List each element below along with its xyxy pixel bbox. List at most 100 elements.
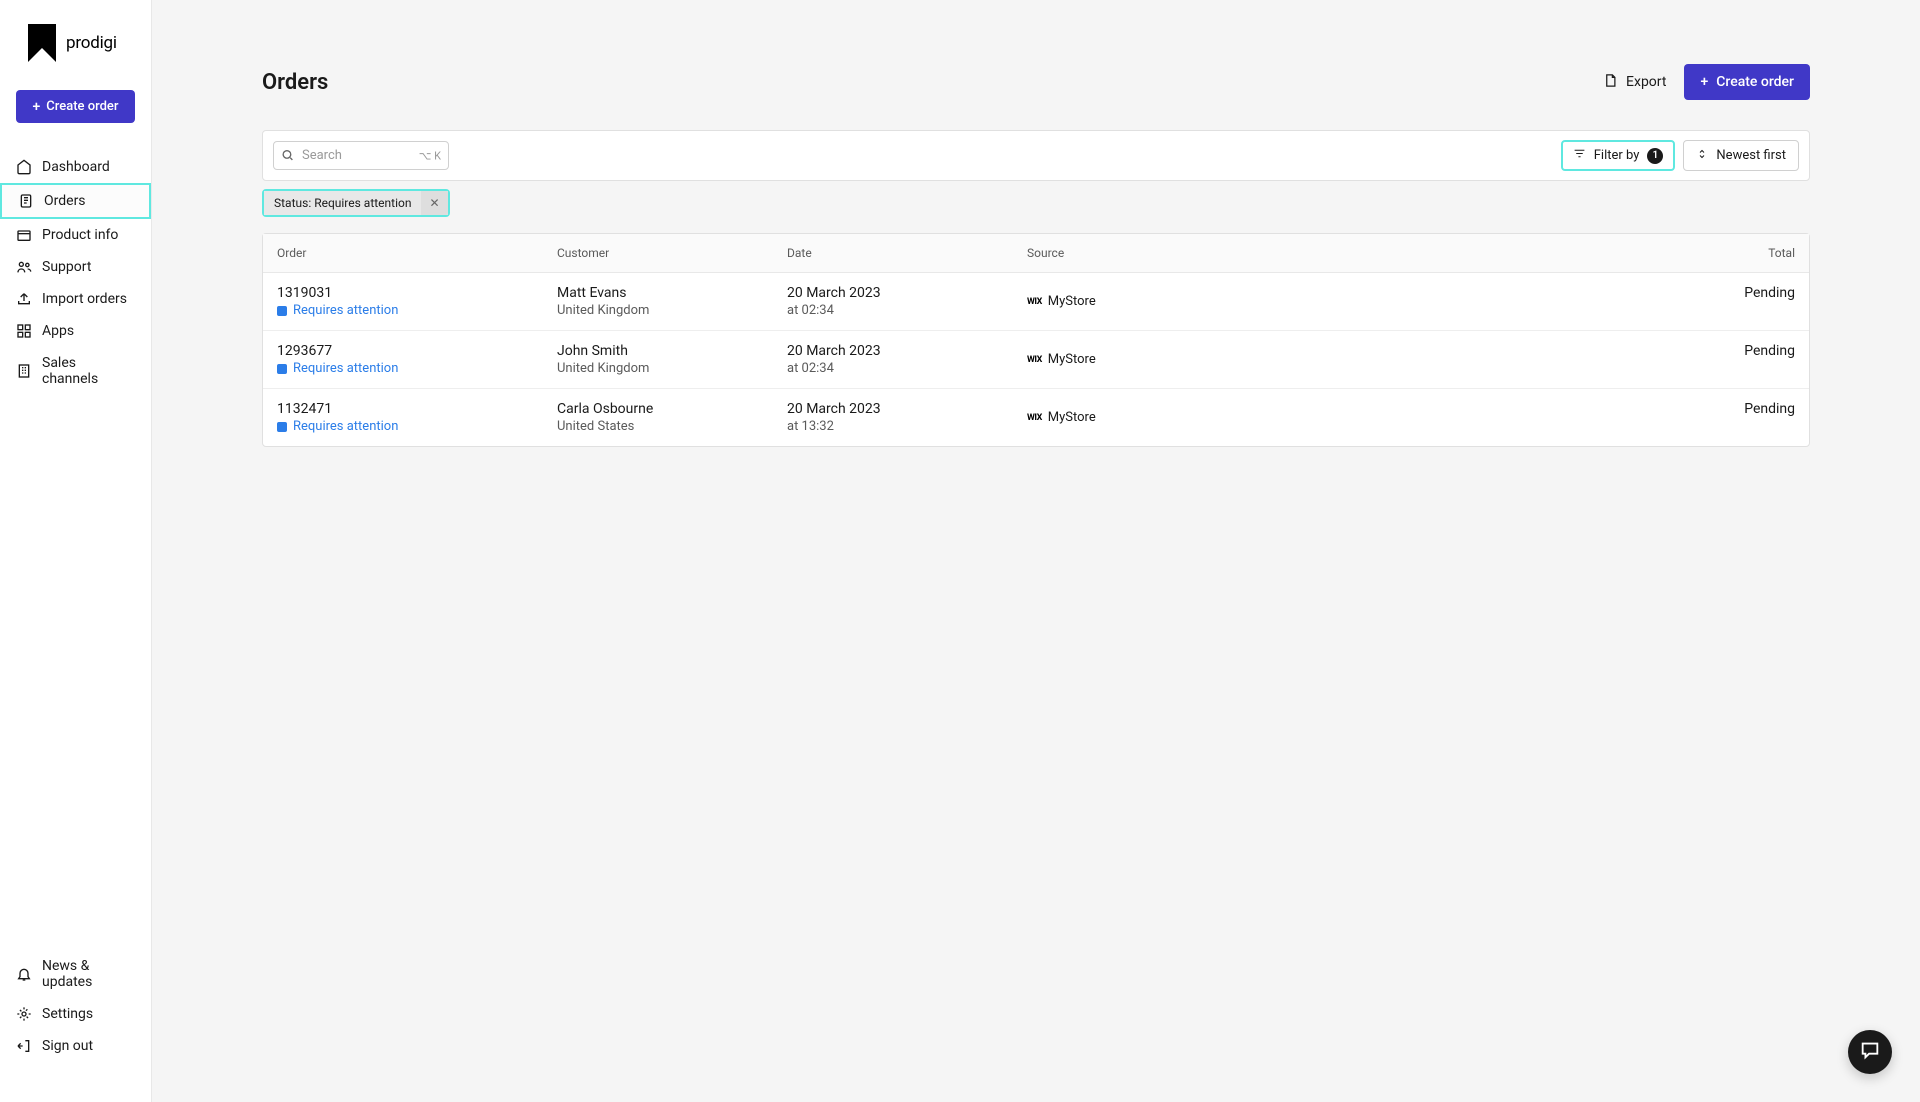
- header-actions: Export + Create order: [1603, 64, 1810, 100]
- search-wrap: ⌥ K: [273, 141, 449, 170]
- document-icon: [1603, 73, 1618, 92]
- bell-icon: [16, 966, 32, 982]
- order-status: Requires attention: [277, 419, 557, 434]
- sidebar-item-label: News & updates: [42, 958, 135, 990]
- customer-country: United Kingdom: [557, 303, 787, 318]
- sidebar-item-news[interactable]: News & updates: [0, 950, 151, 998]
- filter-chip-close-button[interactable]: ✕: [421, 191, 447, 215]
- export-button[interactable]: Export: [1603, 73, 1666, 92]
- clipboard-icon: [18, 193, 34, 209]
- date-cell: 20 March 2023 at 02:34: [787, 285, 1027, 318]
- building-icon: [16, 363, 32, 379]
- sidebar-item-apps[interactable]: Apps: [0, 315, 151, 347]
- source-name: MyStore: [1048, 352, 1096, 367]
- order-number: 1293677: [277, 343, 557, 359]
- customer-country: United States: [557, 419, 787, 434]
- col-header-date: Date: [787, 246, 1027, 260]
- header-create-order-button[interactable]: + Create order: [1684, 64, 1810, 100]
- total-cell: Pending: [1287, 401, 1795, 434]
- order-cell: 1293677 Requires attention: [277, 343, 557, 376]
- customer-country: United Kingdom: [557, 361, 787, 376]
- customer-name: Carla Osbourne: [557, 401, 787, 417]
- sidebar-item-orders[interactable]: Orders: [0, 183, 151, 219]
- sidebar-item-sales-channels[interactable]: Sales channels: [0, 347, 151, 395]
- sidebar-item-label: Dashboard: [42, 159, 110, 175]
- toolbar: ⌥ K Filter by 1 Newest first: [262, 130, 1810, 181]
- sidebar-item-label: Sales channels: [42, 355, 135, 387]
- order-time: at 13:32: [787, 419, 1027, 434]
- status-dot-icon: [277, 364, 287, 374]
- sidebar-item-label: Orders: [44, 193, 86, 209]
- chat-widget-button[interactable]: [1848, 1030, 1892, 1074]
- search-shortcut: ⌥ K: [419, 149, 441, 162]
- sidebar: prodigi + Create order Dashboard Orders …: [0, 0, 152, 1102]
- logo-text: prodigi: [66, 33, 117, 53]
- status-label: Requires attention: [293, 419, 398, 434]
- date-cell: 20 March 2023 at 13:32: [787, 401, 1027, 434]
- filter-chip-label: Status: Requires attention: [264, 191, 421, 215]
- sidebar-item-label: Product info: [42, 227, 118, 243]
- source-name: MyStore: [1048, 410, 1096, 425]
- header-create-order-label: Create order: [1716, 74, 1794, 90]
- table-row[interactable]: 1132471 Requires attention Carla Osbourn…: [263, 389, 1809, 446]
- order-date: 20 March 2023: [787, 401, 1027, 417]
- active-filters: Status: Requires attention ✕: [262, 189, 1810, 217]
- close-icon: ✕: [429, 196, 439, 210]
- source-logo-icon: WIX: [1027, 413, 1042, 423]
- gear-icon: [16, 1006, 32, 1022]
- orders-table: Order Customer Date Source Total 1319031…: [262, 233, 1810, 447]
- customer-cell: Carla Osbourne United States: [557, 401, 787, 434]
- order-status: Requires attention: [277, 303, 557, 318]
- sidebar-item-product-info[interactable]: Product info: [0, 219, 151, 251]
- table-row[interactable]: 1319031 Requires attention Matt Evans Un…: [263, 273, 1809, 331]
- order-number: 1319031: [277, 285, 557, 301]
- sidebar-item-label: Apps: [42, 323, 74, 339]
- customer-name: John Smith: [557, 343, 787, 359]
- order-date: 20 March 2023: [787, 285, 1027, 301]
- status-label: Requires attention: [293, 303, 398, 318]
- col-header-order: Order: [277, 246, 557, 260]
- grid-icon: [16, 323, 32, 339]
- col-header-customer: Customer: [557, 246, 787, 260]
- filter-count-badge: 1: [1647, 148, 1663, 164]
- status-dot-icon: [277, 306, 287, 316]
- filter-label: Filter by: [1594, 148, 1640, 163]
- main-content: Orders Export + Create order ⌥ K: [152, 0, 1920, 1102]
- table-row[interactable]: 1293677 Requires attention John Smith Un…: [263, 331, 1809, 389]
- source-logo-icon: WIX: [1027, 355, 1042, 365]
- box-icon: [16, 227, 32, 243]
- signout-icon: [16, 1038, 32, 1054]
- sidebar-item-label: Settings: [42, 1006, 93, 1022]
- customer-cell: John Smith United Kingdom: [557, 343, 787, 376]
- order-status: Requires attention: [277, 361, 557, 376]
- sidebar-item-dashboard[interactable]: Dashboard: [0, 151, 151, 183]
- toolbar-right: Filter by 1 Newest first: [1561, 140, 1799, 171]
- customer-name: Matt Evans: [557, 285, 787, 301]
- sort-label: Newest first: [1716, 148, 1786, 163]
- sort-icon: [1696, 148, 1708, 164]
- sidebar-item-signout[interactable]: Sign out: [0, 1030, 151, 1062]
- sidebar-item-label: Sign out: [42, 1038, 93, 1054]
- plus-icon: +: [1700, 74, 1708, 90]
- sidebar-item-import-orders[interactable]: Import orders: [0, 283, 151, 315]
- source-cell: WIX MyStore: [1027, 401, 1287, 434]
- search-icon: [281, 146, 294, 165]
- status-label: Requires attention: [293, 361, 398, 376]
- sort-button[interactable]: Newest first: [1683, 140, 1799, 171]
- filter-icon: [1573, 147, 1586, 164]
- source-cell: WIX MyStore: [1027, 285, 1287, 318]
- logo: prodigi: [0, 0, 151, 80]
- source-cell: WIX MyStore: [1027, 343, 1287, 376]
- export-label: Export: [1626, 74, 1666, 90]
- sidebar-item-support[interactable]: Support: [0, 251, 151, 283]
- sidebar-item-label: Import orders: [42, 291, 127, 307]
- chat-icon: [1859, 1039, 1881, 1065]
- total-cell: Pending: [1287, 285, 1795, 318]
- sidebar-item-settings[interactable]: Settings: [0, 998, 151, 1030]
- page-title: Orders: [262, 70, 328, 95]
- sidebar-create-order-button[interactable]: + Create order: [16, 90, 135, 123]
- page-header: Orders Export + Create order: [262, 64, 1810, 100]
- filter-button[interactable]: Filter by 1: [1561, 140, 1676, 171]
- upload-icon: [16, 291, 32, 307]
- order-time: at 02:34: [787, 361, 1027, 376]
